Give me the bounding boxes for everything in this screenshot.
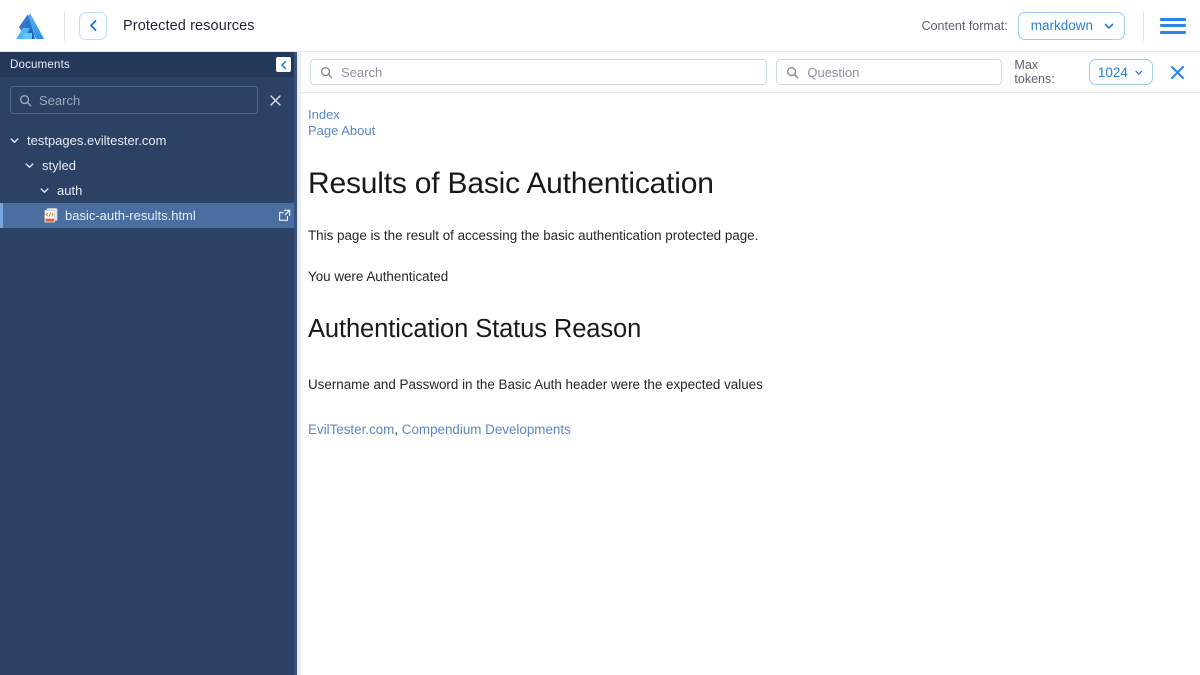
document-tree: testpages.eviltester.com styled auth bas… [0, 122, 297, 228]
document-content: Index Page About Results of Basic Authen… [297, 93, 1200, 437]
top-bar: Protected resources Content format: mark… [0, 0, 1200, 52]
document-paragraph-1: This page is the result of accessing the… [308, 228, 759, 243]
main-panel: Search Question Max tokens: 1024 Index P… [297, 52, 1200, 675]
tree-item-auth[interactable]: auth [0, 178, 297, 203]
document-nav-links: Index Page About [308, 107, 1180, 139]
tree-item-basic-auth-results[interactable]: basic-auth-results.html [0, 203, 297, 228]
azure-logo-icon [10, 9, 50, 43]
hamburger-menu-icon[interactable] [1160, 16, 1186, 36]
content-format-select[interactable]: markdown [1017, 11, 1125, 40]
document-footer-links: EvilTester.com, Compendium Developments [308, 422, 1180, 437]
search-icon [787, 66, 799, 78]
content-toolbar: Search Question Max tokens: 1024 [297, 52, 1200, 93]
max-tokens-value: 1024 [1097, 64, 1128, 80]
chevron-left-icon [280, 60, 286, 69]
question-input[interactable]: Question [776, 59, 1003, 85]
content-format-value: markdown [1030, 18, 1093, 33]
chevron-down-icon[interactable] [23, 160, 35, 172]
search-icon [19, 94, 32, 106]
sidebar-collapse-button[interactable] [276, 57, 291, 72]
tree-item-label: testpages.eviltester.com [27, 133, 167, 148]
chevron-down-icon[interactable] [38, 185, 50, 197]
sidebar-header: Documents [0, 52, 297, 77]
link-index[interactable]: Index [308, 107, 1180, 123]
link-page-about[interactable]: Page About [308, 123, 1180, 139]
link-eviltester[interactable]: EvilTester.com [308, 422, 394, 437]
footer-separator: , [394, 422, 399, 437]
link-compendium[interactable]: Compendium Developments [402, 422, 571, 437]
search-placeholder: Search [341, 64, 383, 80]
document-paragraph-2: You were Authenticated [308, 269, 449, 284]
back-button[interactable] [79, 11, 107, 40]
chevron-down-icon [1135, 70, 1143, 75]
close-icon [269, 94, 281, 106]
main-layout: Documents Search testpages.eviltester.co… [0, 52, 1200, 675]
page-title: Protected resources [123, 17, 255, 34]
question-placeholder: Question [807, 64, 860, 80]
close-icon [1170, 65, 1184, 79]
documents-sidebar: Documents Search testpages.eviltester.co… [0, 52, 297, 675]
sidebar-search-row: Search [0, 77, 297, 122]
content-format-label: Content format: [921, 18, 1008, 33]
tree-item-label: styled [42, 158, 76, 173]
search-icon [320, 66, 333, 78]
document-heading-1: Results of Basic Authentication [308, 167, 714, 200]
divider [1143, 10, 1144, 41]
tree-item-testpages[interactable]: testpages.eviltester.com [0, 128, 297, 153]
document-paragraph-3: Username and Password in the Basic Auth … [308, 377, 763, 392]
chevron-down-icon [1104, 23, 1114, 29]
max-tokens-label: Max tokens: [1014, 58, 1055, 86]
tree-item-label: auth [57, 183, 83, 198]
sidebar-search-input[interactable]: Search [10, 86, 258, 114]
close-panel-button[interactable] [1167, 61, 1188, 83]
html-file-icon [44, 208, 58, 223]
tree-item-label: basic-auth-results.html [65, 208, 196, 223]
chevron-left-icon [89, 20, 96, 31]
max-tokens-select[interactable]: 1024 [1088, 59, 1153, 85]
topbar-right-controls: Content format: markdown [921, 10, 1186, 41]
search-input[interactable]: Search [310, 59, 768, 85]
panel-divider [297, 52, 301, 675]
sidebar-search-placeholder: Search [39, 92, 81, 108]
tree-item-styled[interactable]: styled [0, 153, 297, 178]
divider [64, 10, 65, 41]
sidebar-title: Documents [10, 58, 70, 71]
external-link-icon[interactable] [277, 209, 291, 223]
document-heading-2: Authentication Status Reason [308, 315, 642, 343]
chevron-down-icon[interactable] [8, 135, 20, 147]
sidebar-search-clear-button[interactable] [266, 91, 284, 109]
